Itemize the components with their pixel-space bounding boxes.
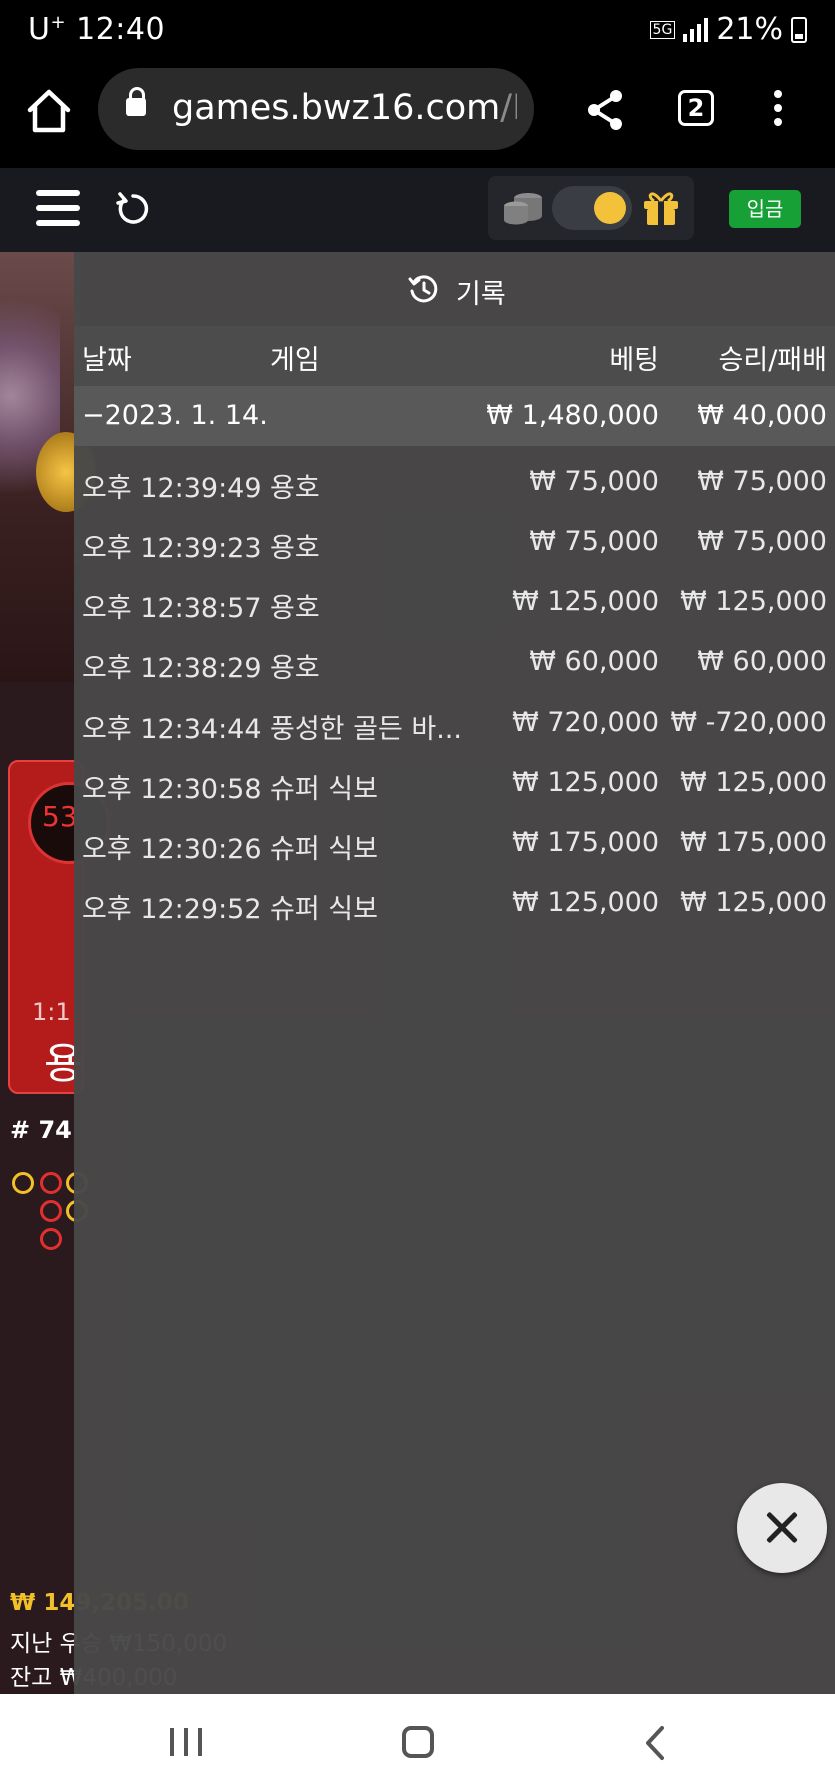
- row-time: 오후 12:38:57: [82, 593, 262, 624]
- recent-apps-icon[interactable]: [170, 1728, 202, 1756]
- row-time: 오후 12:39:23: [82, 533, 262, 564]
- row-time: 오후 12:29:52: [82, 894, 262, 925]
- date-group-win: ₩ 40,000: [697, 400, 827, 431]
- row-bet: ₩ 75,000: [529, 466, 659, 497]
- bead-road-marker: [40, 1228, 62, 1250]
- history-icon: [408, 274, 440, 306]
- carrier-label: U: [28, 12, 51, 47]
- row-time: 오후 12:30:58: [82, 774, 262, 805]
- url-text[interactable]: games.bwz16.com/La: [172, 88, 517, 128]
- row-game: 풍성한 골든 바...: [270, 714, 462, 745]
- more-vert-icon[interactable]: [772, 90, 784, 130]
- row-win: ₩ 175,000: [680, 827, 827, 858]
- coins-icon: [502, 190, 544, 226]
- carrier-plus: +: [50, 12, 67, 33]
- row-win: ₩ 75,000: [697, 526, 827, 557]
- date-group-label: −2023. 1. 14.: [82, 400, 268, 431]
- table-row[interactable]: 오후 12:30:26 슈퍼 식보 ₩ 175,000 ₩ 175,000: [74, 813, 835, 873]
- row-game: 용호: [270, 593, 320, 624]
- bead-road-marker: [40, 1200, 62, 1222]
- bead-road-marker: [40, 1172, 62, 1194]
- status-left: U+ 12:40: [28, 12, 165, 47]
- url-host: games.bwz16.com: [172, 88, 501, 128]
- column-header-date: 날짜: [82, 345, 132, 376]
- row-game: 슈퍼 식보: [270, 894, 378, 925]
- row-bet: ₩ 175,000: [512, 827, 659, 858]
- nav-home-icon[interactable]: [402, 1726, 434, 1758]
- date-group-bet: ₩ 1,480,000: [486, 400, 659, 431]
- battery-icon: [791, 16, 807, 43]
- tab-switcher-button[interactable]: 2: [678, 90, 714, 126]
- table-row[interactable]: 오후 12:38:29 용호 ₩ 60,000 ₩ 60,000: [74, 632, 835, 692]
- table-row[interactable]: 오후 12:34:44 풍성한 골든 바... ₩ 720,000 ₩ -720…: [74, 693, 835, 753]
- home-icon[interactable]: [24, 86, 74, 136]
- wallet-toggle-group: [488, 176, 694, 240]
- game-top-bar: 입금: [0, 168, 835, 253]
- round-number: # 74: [10, 1116, 72, 1144]
- row-time: 오후 12:34:44: [82, 714, 262, 745]
- address-bar[interactable]: games.bwz16.com/La: [98, 68, 534, 150]
- table-row[interactable]: 오후 12:38:57 용호 ₩ 125,000 ₩ 125,000: [74, 572, 835, 632]
- back-icon[interactable]: [640, 1724, 670, 1762]
- flower-decoration: [0, 292, 60, 552]
- row-time: 오후 12:30:26: [82, 834, 262, 865]
- table-row[interactable]: 오후 12:29:52 슈퍼 식보 ₩ 125,000 ₩ 125,000: [74, 873, 835, 933]
- status-right: 5G 21%: [649, 12, 807, 47]
- card-ratio: 1:1: [32, 998, 71, 1026]
- deposit-button[interactable]: 입금: [729, 190, 801, 228]
- currency-toggle[interactable]: [552, 186, 632, 230]
- hamburger-menu-icon[interactable]: [36, 190, 80, 228]
- row-win: ₩ 125,000: [680, 586, 827, 617]
- row-time: 오후 12:39:49: [82, 473, 262, 504]
- row-game: 슈퍼 식보: [270, 834, 378, 865]
- battery-percent: 21%: [716, 12, 783, 47]
- history-panel: 기록 날짜 게임 베팅 승리/패배 −2023. 1. 14. ₩ 1,480,…: [74, 252, 835, 1694]
- row-bet: ₩ 720,000: [512, 707, 659, 738]
- row-win: ₩ -720,000: [670, 707, 827, 738]
- lock-icon: [126, 87, 146, 116]
- bead-road-marker: [12, 1172, 34, 1194]
- row-game: 용호: [270, 473, 320, 504]
- toggle-knob: [594, 192, 626, 224]
- column-header-game: 게임: [270, 345, 320, 376]
- row-game: 용호: [270, 533, 320, 564]
- clock: 12:40: [76, 12, 166, 47]
- row-win: ₩ 60,000: [697, 646, 827, 677]
- row-game: 슈퍼 식보: [270, 774, 378, 805]
- table-row[interactable]: 오후 12:30:58 슈퍼 식보 ₩ 125,000 ₩ 125,000: [74, 753, 835, 813]
- row-win: ₩ 125,000: [680, 887, 827, 918]
- system-nav-bar: [0, 1694, 835, 1791]
- dragon-bet-card[interactable]: 53 1:1 용: [8, 760, 110, 1094]
- network-5g-icon: 5G: [649, 20, 676, 39]
- url-path: /La: [500, 88, 517, 128]
- column-header-win: 승리/패배: [718, 345, 827, 376]
- row-bet: ₩ 125,000: [512, 887, 659, 918]
- gift-icon[interactable]: [642, 190, 680, 226]
- close-icon[interactable]: [737, 1483, 827, 1573]
- status-bar: U+ 12:40 5G 21%: [0, 0, 835, 62]
- table-row[interactable]: 오후 12:39:23 용호 ₩ 75,000 ₩ 75,000: [74, 512, 835, 572]
- panel-header: 기록: [74, 252, 835, 326]
- row-bet: ₩ 60,000: [529, 646, 659, 677]
- row-bet: ₩ 75,000: [529, 526, 659, 557]
- row-bet: ₩ 125,000: [512, 586, 659, 617]
- row-bet: ₩ 125,000: [512, 767, 659, 798]
- table-header: 날짜 게임 베팅 승리/패배: [74, 326, 835, 386]
- card-number: 53: [42, 800, 78, 833]
- row-win: ₩ 75,000: [697, 466, 827, 497]
- row-game: 용호: [270, 653, 320, 684]
- reload-icon[interactable]: [114, 190, 152, 228]
- row-win: ₩ 125,000: [680, 767, 827, 798]
- browser-toolbar: games.bwz16.com/La 2: [0, 62, 835, 168]
- panel-title: 기록: [456, 279, 506, 310]
- share-icon[interactable]: [585, 88, 625, 132]
- date-group-row[interactable]: −2023. 1. 14. ₩ 1,480,000 ₩ 40,000: [74, 386, 835, 446]
- table-row[interactable]: 오후 12:39:49 용호 ₩ 75,000 ₩ 75,000: [74, 452, 835, 512]
- column-header-bet: 베팅: [609, 345, 659, 376]
- signal-icon: [683, 17, 709, 42]
- row-time: 오후 12:38:29: [82, 653, 262, 684]
